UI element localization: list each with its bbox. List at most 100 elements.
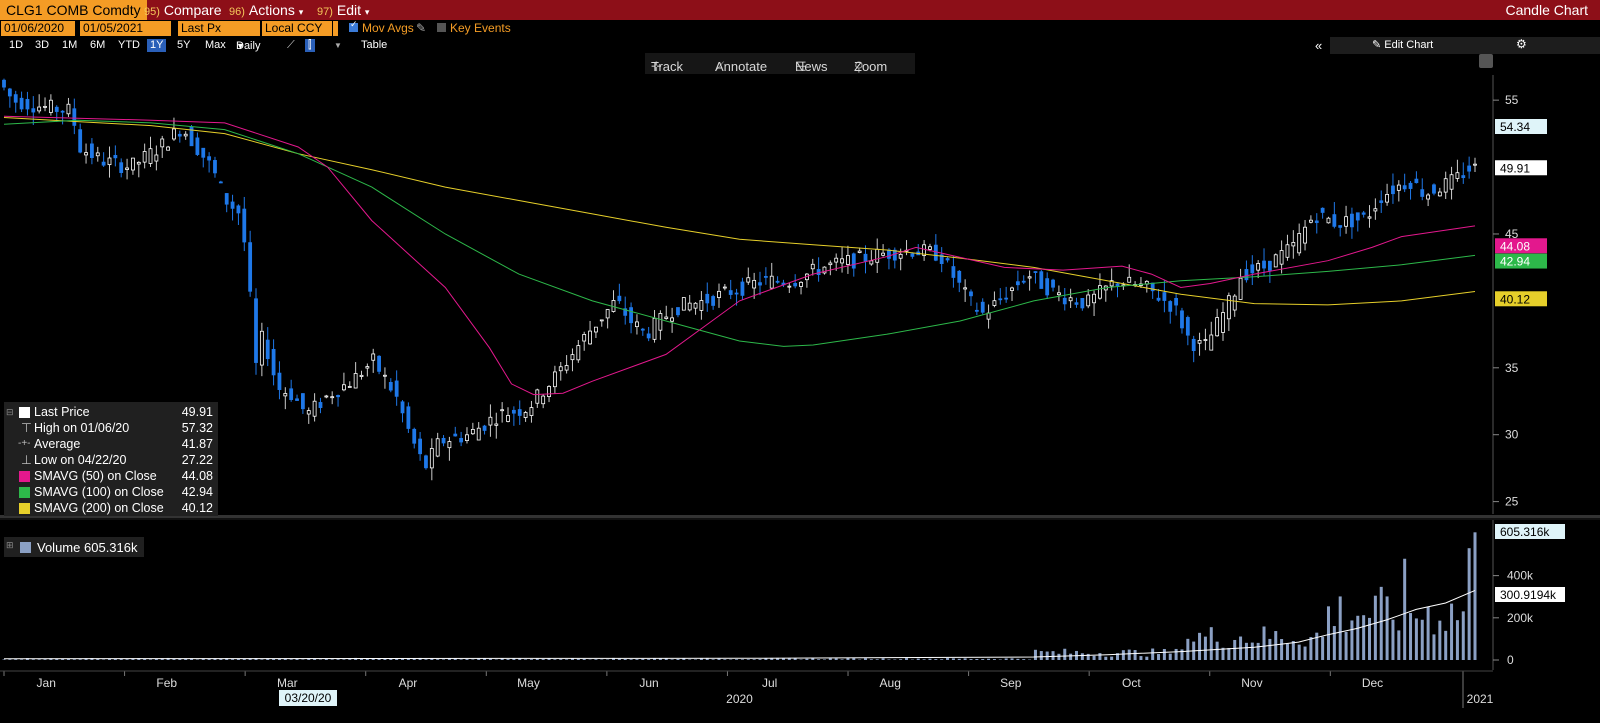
volume-bar (617, 658, 621, 660)
candle (840, 246, 844, 273)
end-date-field[interactable]: 01/05/2021 (80, 21, 170, 36)
period-5y[interactable]: 5Y (177, 39, 190, 52)
candle-body (1098, 285, 1102, 299)
date-dropdown-icon[interactable] (167, 21, 171, 36)
candle (236, 204, 241, 225)
candle (1180, 307, 1184, 334)
period-1d[interactable]: 1D (9, 39, 23, 52)
candle-body (13, 94, 18, 103)
mov-avgs-checkbox[interactable]: ✓ (349, 19, 358, 32)
volume-bar (471, 659, 475, 660)
volume-bar (717, 658, 721, 660)
period-max[interactable]: Max (205, 39, 226, 52)
candle (388, 378, 393, 393)
candle (1162, 279, 1167, 313)
compare-button[interactable]: 95) Compare (144, 0, 222, 20)
candle-body (605, 309, 610, 319)
volume-label-text: Volume (37, 540, 81, 555)
volume-bar (424, 659, 428, 660)
candle-body (1256, 263, 1261, 271)
candle (377, 355, 381, 375)
gear-icon[interactable]: ⚙ (1516, 37, 1527, 51)
candle (465, 427, 469, 444)
candle-body (664, 316, 669, 319)
period-6m[interactable]: 6M (90, 39, 105, 52)
volume-avg-tag: 300.9194k (1495, 587, 1565, 602)
candle-body (652, 317, 657, 340)
period-3d[interactable]: 3D (35, 39, 49, 52)
legend-sma200[interactable]: SMAVG (200) on Close 40.12 (4, 500, 218, 516)
candle-body (646, 333, 651, 339)
high-marker-icon: ⊤ (21, 421, 32, 435)
volume-bar (875, 659, 879, 660)
currency-select[interactable]: Local CCY (262, 21, 332, 36)
collapse-icon[interactable]: « (1315, 38, 1322, 53)
candle (863, 245, 868, 274)
table-button[interactable]: Table (361, 39, 387, 52)
legend-low[interactable]: ⊥ Low on 04/22/20 27.22 (4, 452, 218, 468)
candle (277, 361, 282, 400)
period-1y[interactable]: 1Y (147, 39, 167, 52)
candle-body (1197, 339, 1202, 344)
volume-bar (1461, 611, 1465, 660)
legend-collapse-icon[interactable]: ⊟ (6, 404, 14, 420)
legend-average[interactable]: -+- Average 41.87 (4, 436, 218, 452)
candle (1039, 270, 1044, 289)
volume-bar (740, 659, 744, 660)
legend-sma100[interactable]: SMAVG (100) on Close 42.94 (4, 484, 218, 500)
candle-body (769, 275, 774, 289)
candle-body (1203, 339, 1208, 341)
edit-chart-button[interactable]: ✎ Edit Chart (1372, 38, 1433, 51)
chart-type-caret-icon[interactable]: ▼ (334, 39, 342, 52)
candle-body (476, 427, 481, 441)
legend-high[interactable]: ⊤ High on 01/06/20 57.32 (4, 420, 218, 436)
volume-bar (623, 658, 627, 660)
start-date-field[interactable]: 01/06/2020 (1, 21, 75, 36)
line-chart-icon[interactable]: ⟋ (287, 39, 295, 52)
volume-bar (1385, 596, 1389, 660)
candle-body (863, 253, 868, 262)
ticker-field[interactable]: CLG1 COMB Comdty (0, 0, 147, 20)
edit-button[interactable]: 97) Edit ▾ (317, 0, 369, 20)
candle (933, 234, 938, 262)
volume-bar (1332, 626, 1336, 660)
legend-last-price[interactable]: ⊟ Last Price 49.91 (4, 404, 218, 420)
candle (939, 247, 944, 273)
volume-bar (1121, 650, 1125, 660)
candle (1068, 288, 1073, 309)
volume-legend[interactable]: ⊞ Volume 605.316k (4, 537, 144, 557)
key-events-checkbox[interactable] (437, 23, 446, 32)
candle-body (1285, 244, 1290, 258)
volume-bar (852, 658, 856, 660)
currency-dropdown-icon[interactable] (333, 21, 338, 36)
volume-bar (987, 658, 991, 660)
panel-divider[interactable] (0, 515, 1600, 520)
pencil-icon[interactable]: ✎ (416, 21, 426, 36)
period-1m[interactable]: 1M (62, 39, 77, 52)
legend-sma50[interactable]: SMAVG (50) on Close 44.08 (4, 468, 218, 484)
volume-collapse-icon[interactable]: ⊞ (6, 540, 14, 551)
candle-body (412, 428, 417, 444)
candle-body (793, 282, 798, 287)
candle-body (1273, 254, 1278, 268)
actions-button[interactable]: 96) Actions ▾ (229, 0, 303, 20)
candle-icon[interactable]: ⫿ (305, 39, 315, 52)
volume-bar (1420, 619, 1424, 660)
volume-bar (1045, 651, 1049, 660)
candle-body (318, 402, 323, 408)
candle (1051, 278, 1055, 292)
period-ytd[interactable]: YTD (118, 39, 140, 52)
actions-label: Actions (248, 2, 295, 18)
candle (1004, 286, 1009, 303)
price-volume-chart[interactable]: 2530354555 0200k400k Jan Feb Mar Apr May Jun J… (0, 53, 1600, 723)
candle-body (394, 380, 399, 397)
candle-body (406, 406, 411, 429)
candle-body (259, 330, 264, 366)
candle-body (1209, 334, 1214, 351)
candle-body (113, 155, 118, 159)
candle (1297, 223, 1302, 256)
candle-body (154, 154, 159, 162)
candle-body (1015, 281, 1020, 286)
candle-body (846, 255, 850, 265)
field-select[interactable]: Last Px (178, 21, 260, 36)
